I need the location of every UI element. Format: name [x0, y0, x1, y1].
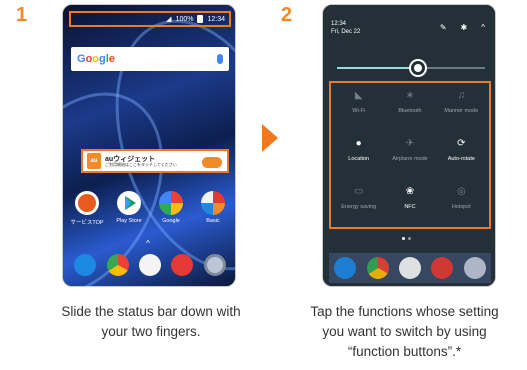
- status-time: 12:34: [207, 15, 225, 23]
- au-widget[interactable]: au auウィジェット ご利用開始はここをタッチしてください: [85, 153, 225, 169]
- phone-quick-settings: 12:34 Fri, Dec 22 ✎ ✱ ^ ◣ Wi-Fi ∗ Bluetooth…: [322, 4, 496, 287]
- app-basic-folder[interactable]: Basic: [193, 191, 233, 226]
- status-bar[interactable]: ◢ 100% 12:34: [69, 11, 231, 27]
- battery-icon: [197, 15, 204, 23]
- edit-icon[interactable]: ✎: [440, 23, 447, 32]
- tile-label: Bluetooth: [398, 108, 422, 114]
- au-logo-icon: au: [87, 153, 101, 169]
- step-number-2: 2: [281, 4, 293, 26]
- page-indicator: [402, 237, 411, 240]
- page-dot: [402, 237, 405, 240]
- airplane-icon: ✈: [405, 138, 415, 149]
- brightness-slider[interactable]: [337, 61, 485, 75]
- function-buttons-highlight: ◣ Wi-Fi ∗ Bluetooth ♫ Manner mode ● Location ✈ Ai…: [329, 81, 491, 229]
- qs-date: Fri, Dec 22: [331, 28, 361, 35]
- qs-time: 12:34: [331, 21, 347, 27]
- app-google-folder[interactable]: Google: [151, 191, 191, 226]
- mail-icon: [398, 257, 421, 279]
- au-service-icon: [75, 191, 99, 215]
- tile-label: Manner mode: [444, 108, 479, 114]
- tile-auto-rotate[interactable]: ⟳ Auto-rotate: [436, 137, 487, 173]
- tile-airplane[interactable]: ✈ Airplane mode: [384, 137, 435, 173]
- gear-icon[interactable]: ✱: [461, 23, 468, 32]
- gift-icon: [431, 257, 454, 279]
- step-number-1: 1: [16, 4, 28, 26]
- qs-actions: ✎ ✱ ^: [440, 23, 485, 32]
- signal-icon: ◢: [166, 16, 172, 23]
- hotspot-icon: ◎: [456, 186, 466, 197]
- manner-mode-icon: ♫: [457, 90, 466, 101]
- tile-label: Location: [348, 156, 370, 162]
- mail-icon[interactable]: [138, 254, 161, 276]
- app-play-store[interactable]: Play Store: [109, 191, 149, 226]
- tile-hotspot[interactable]: ◎ Hotspot: [436, 185, 487, 221]
- play-store-icon: [117, 191, 141, 215]
- qs-clock: 12:34 Fri, Dec 22: [331, 21, 360, 36]
- function-buttons: ◣ Wi-Fi ∗ Bluetooth ♫ Manner mode ● Location ✈ Ai…: [333, 89, 487, 221]
- tile-nfc[interactable]: ❀ NFC: [384, 185, 435, 221]
- tile-label: Energy saving: [341, 204, 377, 210]
- phone-icon: [334, 257, 357, 279]
- battery-percent: 100%: [175, 15, 194, 23]
- tile-label: Airplane mode: [392, 156, 428, 162]
- mic-icon[interactable]: [217, 54, 223, 64]
- au-widget-highlight: au auウィジェット ご利用開始はここをタッチしてください: [81, 149, 229, 173]
- google-search-bar[interactable]: Google: [71, 47, 229, 71]
- auto-rotate-icon: ⟳: [457, 138, 466, 149]
- google-folder-icon: [159, 191, 183, 215]
- nfc-icon: ❀: [405, 186, 415, 197]
- camera-icon: [463, 257, 486, 279]
- tile-label: Wi-Fi: [352, 108, 366, 114]
- app-service-top[interactable]: サービスTOP: [67, 191, 107, 226]
- phone-icon[interactable]: [74, 254, 97, 276]
- app-row: サービスTOP Play Store Google Basic: [67, 191, 233, 226]
- brightness-fill: [337, 67, 419, 69]
- cloud-icon: [202, 157, 222, 168]
- tile-label: Hotspot: [451, 204, 471, 210]
- tile-location[interactable]: ● Location: [333, 137, 384, 173]
- chrome-icon: [366, 257, 389, 279]
- energy-saving-icon: ▭: [353, 186, 364, 197]
- chevron-up-icon[interactable]: ^: [146, 239, 150, 248]
- location-icon: ●: [355, 138, 362, 149]
- google-logo: Google: [77, 53, 115, 65]
- tile-wifi[interactable]: ◣ Wi-Fi: [333, 89, 384, 125]
- chevron-up-icon[interactable]: ^: [481, 23, 485, 32]
- step2-caption: Tap the functions whose setting you want…: [310, 304, 499, 359]
- tile-bluetooth[interactable]: ∗ Bluetooth: [384, 89, 435, 125]
- page-dot: [408, 237, 411, 240]
- phone-home-screen: ◢ 100% 12:34 Google au auウィジェット ご利用開始はここ…: [62, 4, 236, 287]
- step1-caption: Slide the status bar down with your two …: [61, 304, 241, 339]
- tile-energy-saving[interactable]: ▭ Energy saving: [333, 185, 384, 221]
- tile-label: NFC: [404, 204, 416, 210]
- tile-manner-mode[interactable]: ♫ Manner mode: [436, 89, 487, 125]
- basic-folder-icon: [201, 191, 225, 215]
- wifi-icon: ◣: [354, 90, 363, 101]
- dock: [69, 250, 231, 280]
- chrome-icon[interactable]: [106, 254, 129, 276]
- next-step-arrow: [262, 124, 278, 152]
- camera-icon[interactable]: [203, 254, 226, 276]
- tile-label: Auto-rotate: [447, 156, 475, 162]
- gift-icon[interactable]: [171, 254, 194, 276]
- bluetooth-icon: ∗: [405, 90, 415, 101]
- widget-subtitle: ご利用開始はここをタッチしてください: [105, 161, 177, 167]
- dock-behind-panel: [329, 253, 491, 283]
